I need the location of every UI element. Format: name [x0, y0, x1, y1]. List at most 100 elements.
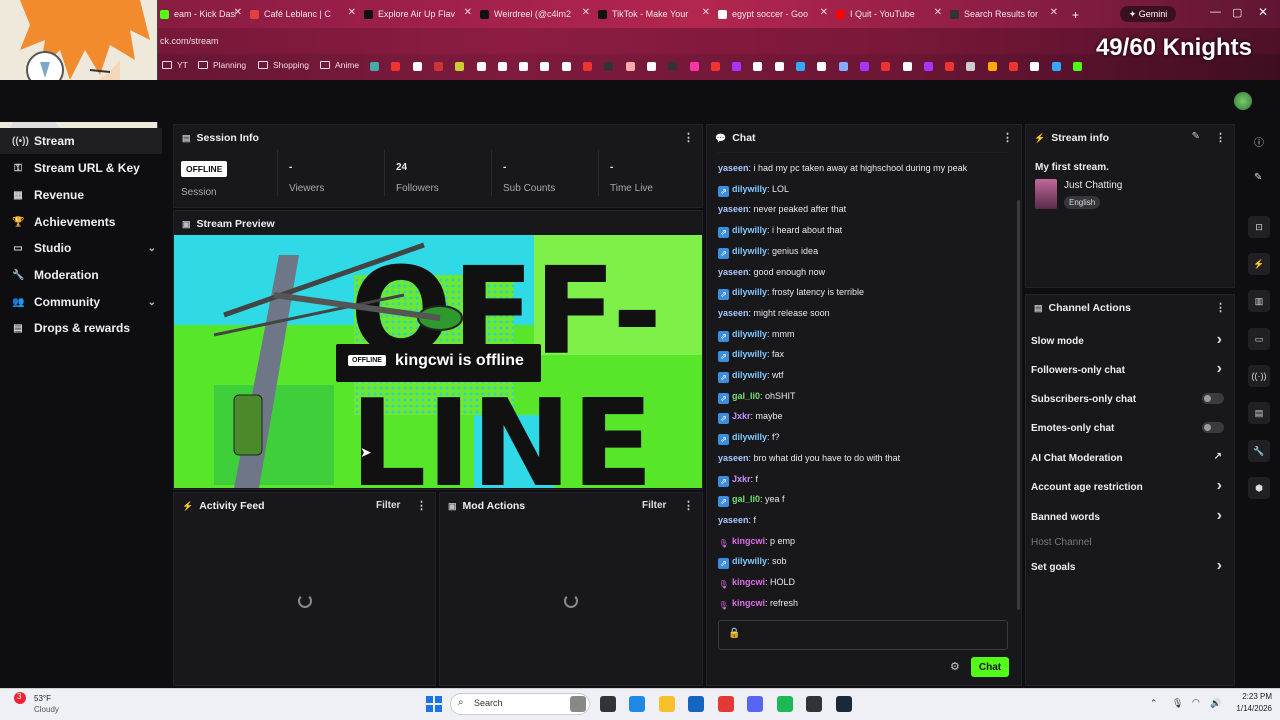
- sidebar-item-stream-url-key[interactable]: ⚿ Stream URL & Key: [0, 155, 162, 181]
- browser-tab[interactable]: egypt soccer - Goo ✕: [718, 4, 832, 24]
- chat-username[interactable]: kingcwi: [732, 536, 765, 546]
- bookmark-site-icon[interactable]: [1051, 62, 1061, 71]
- bookmark-item[interactable]: Anime: [320, 60, 359, 70]
- chat-username[interactable]: yaseen: [718, 515, 749, 525]
- channel-action-slow-mode[interactable]: Slow mode ›: [1031, 331, 1226, 348]
- chat-username[interactable]: dilywilly: [732, 225, 767, 235]
- session-menu-icon[interactable]: ⋮: [683, 131, 694, 144]
- url-text[interactable]: ck.com/stream: [160, 36, 219, 46]
- bookmark-item[interactable]: YT: [162, 60, 188, 70]
- task-view-icon[interactable]: [599, 696, 616, 712]
- chat-username[interactable]: yaseen: [718, 204, 749, 214]
- bookmark-site-icon[interactable]: [583, 62, 592, 71]
- browser-tab[interactable]: Explore Air Up Flav ✕: [364, 4, 476, 24]
- bookmark-site-icon[interactable]: [433, 62, 443, 71]
- sidebar-item-moderation[interactable]: 🔧 Moderation: [0, 262, 162, 288]
- bookmark-site-icon[interactable]: [796, 62, 805, 71]
- chevron-right-icon[interactable]: ›: [1217, 557, 1222, 575]
- bookmark-site-icon[interactable]: [732, 62, 742, 71]
- bookmark-site-icon[interactable]: [923, 62, 933, 71]
- steam-icon[interactable]: [835, 696, 852, 712]
- channel-action-banned-words[interactable]: Banned words ›: [1031, 507, 1226, 524]
- sidebar-item-community[interactable]: 👥 Community ⌄: [0, 289, 162, 315]
- activity-menu-icon[interactable]: ⋮: [416, 499, 427, 512]
- bookmark-site-icon[interactable]: [1030, 62, 1040, 71]
- chat-username[interactable]: dilywilly: [732, 246, 767, 256]
- bookmark-site-icon[interactable]: [391, 62, 401, 71]
- spotify-icon[interactable]: [776, 696, 793, 712]
- channel-action-emotes-only-chat[interactable]: Emotes-only chat: [1031, 422, 1226, 434]
- bookmark-site-icon[interactable]: [987, 62, 997, 71]
- channel-action-subscribers-only-chat[interactable]: Subscribers-only chat: [1031, 393, 1226, 405]
- channel-action-set-goals[interactable]: Set goals ›: [1031, 557, 1226, 574]
- browser-tab[interactable]: Café Leblanc | C ✕: [250, 4, 360, 24]
- tab-close-icon[interactable]: ✕: [934, 7, 942, 18]
- channel-action-followers-only-chat[interactable]: Followers-only chat ›: [1031, 360, 1226, 377]
- bookmark-item[interactable]: Shopping: [258, 60, 309, 70]
- toggle-switch[interactable]: [1202, 393, 1224, 404]
- bookmark-site-icon[interactable]: [859, 62, 869, 71]
- chat-username[interactable]: kingcwi: [732, 577, 765, 587]
- discord-icon[interactable]: [747, 696, 763, 712]
- channel-action-host-channel[interactable]: Host Channel: [1031, 537, 1226, 548]
- screenshot-icon[interactable]: ⊡: [1248, 216, 1270, 238]
- tab-close-icon[interactable]: ✕: [464, 7, 472, 18]
- sidebar-item-stream[interactable]: ((•)) Stream: [0, 128, 162, 154]
- tab-close-icon[interactable]: ✕: [234, 7, 242, 18]
- wifi-icon[interactable]: ◠: [1192, 697, 1200, 708]
- bookmark-site-icon[interactable]: [604, 62, 614, 71]
- stream-info-menu-icon[interactable]: ⋮: [1215, 131, 1226, 144]
- chat-menu-icon[interactable]: ⋮: [1002, 131, 1013, 144]
- channel-actions-menu-icon[interactable]: ⋮: [1215, 301, 1226, 314]
- bookmark-site-icon[interactable]: [710, 62, 720, 71]
- bookmark-site-icon[interactable]: [881, 62, 891, 71]
- chat-username[interactable]: yaseen: [718, 163, 749, 173]
- chat-username[interactable]: yaseen: [718, 453, 749, 463]
- sidebar-item-studio[interactable]: ▭ Studio ⌄: [0, 235, 162, 261]
- pencil-icon[interactable]: ✎: [1254, 172, 1262, 183]
- bookmark-item[interactable]: Planning: [198, 60, 246, 70]
- settings-icon[interactable]: [629, 696, 645, 712]
- chat-username[interactable]: dilywilly: [732, 556, 767, 566]
- edit-icon[interactable]: ✎: [1192, 131, 1200, 142]
- chevron-right-icon[interactable]: ›: [1217, 507, 1222, 525]
- roblox-icon[interactable]: [806, 696, 822, 712]
- chat-username[interactable]: dilywilly: [732, 370, 767, 380]
- chevron-right-icon[interactable]: ›: [1217, 477, 1222, 495]
- wrench-icon[interactable]: 🔧: [1248, 440, 1270, 462]
- tab-close-icon[interactable]: ✕: [702, 7, 710, 18]
- bookmark-site-icon[interactable]: [519, 62, 529, 71]
- lightning-icon[interactable]: ⚡: [1248, 253, 1270, 275]
- document-icon[interactable]: ▥: [1248, 290, 1270, 312]
- browser-tab[interactable]: I Quit - YouTube ✕: [836, 4, 946, 24]
- browser-tab[interactable]: Weirdreel (@c4lm2 ✕: [480, 4, 594, 24]
- windows-start-icon[interactable]: [426, 696, 442, 712]
- chat-username[interactable]: kingcwi: [732, 598, 765, 608]
- bookmark-site-icon[interactable]: [1009, 62, 1018, 71]
- broadcast-icon[interactable]: ((·)): [1248, 365, 1270, 387]
- sidebar-item-revenue[interactable]: ▦ Revenue: [0, 182, 162, 208]
- chevron-down-icon[interactable]: ⌄: [148, 243, 156, 254]
- chat-bubble-icon[interactable]: ▭: [1248, 328, 1270, 350]
- people-icon[interactable]: ⬢: [1248, 477, 1270, 499]
- chat-username[interactable]: dilywilly: [732, 329, 767, 339]
- bookmark-site-icon[interactable]: [646, 62, 656, 71]
- bookmark-site-icon[interactable]: [774, 62, 784, 71]
- bookmark-site-icon[interactable]: [817, 62, 827, 71]
- chat-username[interactable]: yaseen: [718, 267, 749, 277]
- toggle-switch[interactable]: [1202, 422, 1224, 433]
- bookmark-site-icon[interactable]: [540, 62, 550, 71]
- store-icon[interactable]: [688, 696, 704, 712]
- chat-username[interactable]: dilywilly: [732, 184, 767, 194]
- category-name[interactable]: Just Chatting: [1064, 180, 1122, 191]
- bookmark-site-icon[interactable]: [561, 62, 571, 71]
- bookmark-site-icon[interactable]: [945, 62, 955, 71]
- chat-username[interactable]: dilywilly: [732, 432, 767, 442]
- chat-send-button[interactable]: Chat: [971, 657, 1009, 677]
- chat-username[interactable]: dilywilly: [732, 287, 767, 297]
- chevron-right-icon[interactable]: ›: [1217, 331, 1222, 349]
- tab-close-icon[interactable]: ✕: [1050, 7, 1058, 18]
- file-explorer-icon[interactable]: [658, 696, 675, 712]
- browser-tab[interactable]: TikTok - Make Your ✕: [598, 4, 714, 24]
- bookmark-site-icon[interactable]: [625, 62, 635, 71]
